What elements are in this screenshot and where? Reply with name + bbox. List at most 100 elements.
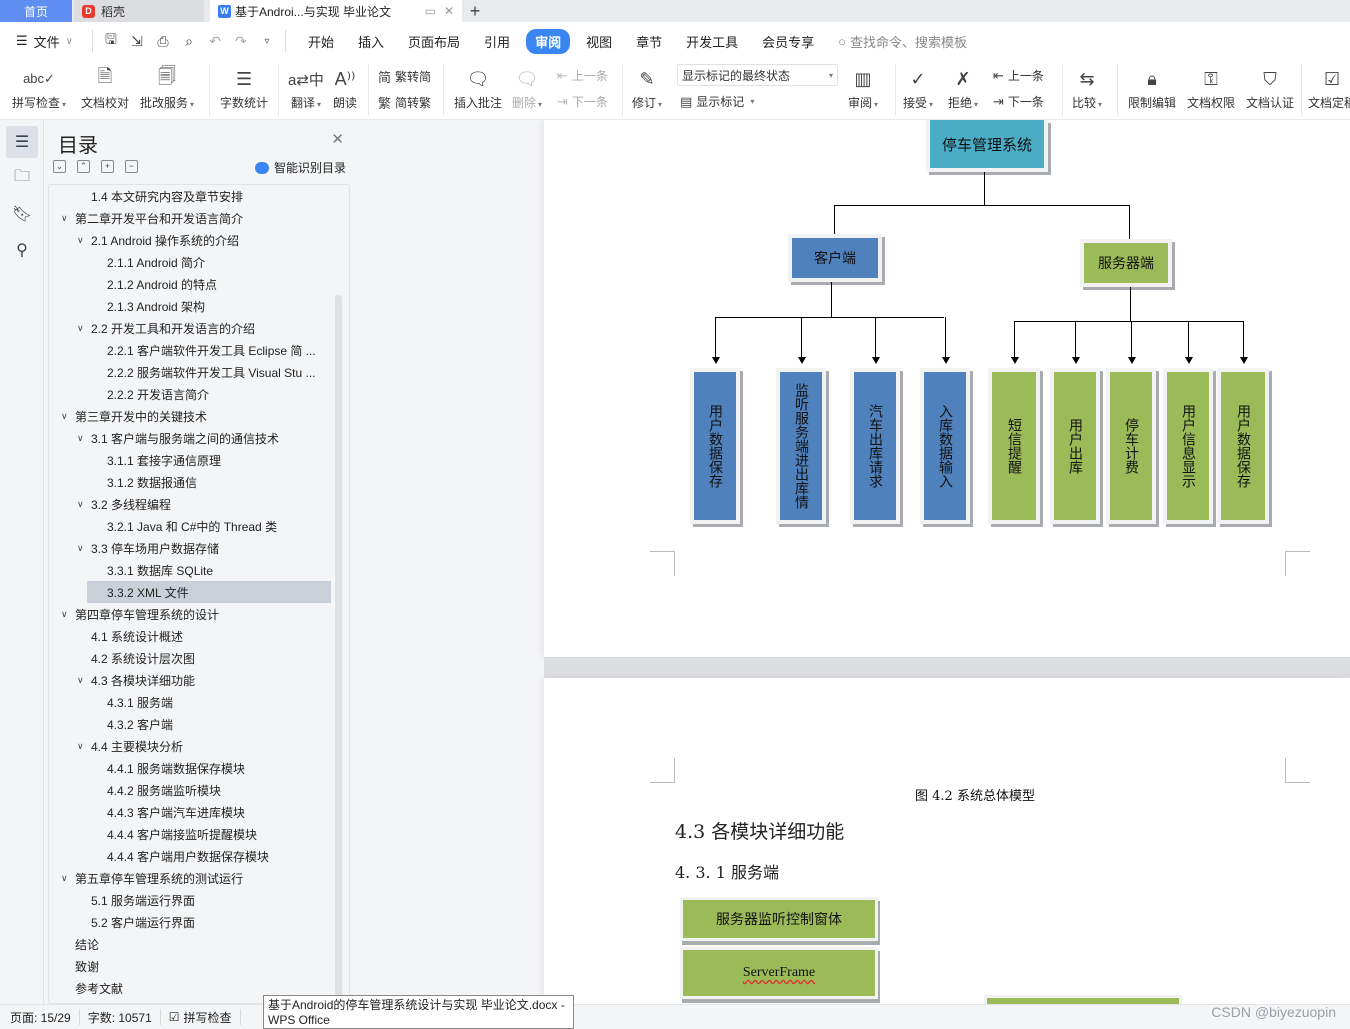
- toc-item[interactable]: ∨ 2.1 Android 操作系统的介绍: [49, 229, 333, 251]
- prev-change-button[interactable]: ⇤ 上一条: [993, 67, 1044, 84]
- close-tab-icon[interactable]: ✕: [444, 4, 454, 18]
- toc-icon[interactable]: ☰: [6, 126, 38, 158]
- customize-toolbar-icon[interactable]: ▿: [259, 36, 275, 47]
- smart-detect-toc-button[interactable]: 智能识别目录: [254, 159, 346, 176]
- toc-scrollbar[interactable]: [335, 295, 342, 1003]
- menu-review[interactable]: 审阅: [526, 28, 571, 54]
- markup-state-select[interactable]: 显示标记的最终状态 ▾: [677, 64, 838, 86]
- toc-item[interactable]: 3.2.1 Java 和 C#中的 Thread 类: [49, 515, 333, 537]
- restrict-edit-button[interactable]: 🔒︎ 限制编辑: [1128, 64, 1176, 111]
- simp-to-trad-button[interactable]: 繁简转繁: [378, 93, 431, 112]
- menu-developer[interactable]: 开发工具: [674, 29, 750, 54]
- read-aloud-button[interactable]: A⁾⁾ 朗读: [333, 64, 357, 111]
- export-pdf-icon[interactable]: ⇲: [129, 33, 145, 50]
- search-icon[interactable]: ⚲: [6, 234, 38, 266]
- word-count-indicator[interactable]: 字数: 10571: [80, 1009, 161, 1025]
- review-pane-button[interactable]: ▥ 审阅 ▾: [848, 64, 878, 111]
- revise-service-button[interactable]: 🗐 批改服务 ▾: [140, 64, 194, 111]
- toc-item[interactable]: ∨ 第三章开发中的关键技术: [49, 405, 333, 427]
- toc-item[interactable]: 结论: [49, 933, 333, 955]
- accept-button[interactable]: ✓ 接受 ▾: [903, 64, 933, 111]
- spell-check-button[interactable]: abc✓ 拼写检查 ▾: [12, 64, 66, 111]
- toc-item[interactable]: 2.2.2 开发语言简介: [49, 383, 333, 405]
- toc-item[interactable]: 3.1.1 套接字通信原理: [49, 449, 333, 471]
- tab-document[interactable]: W 基于Androi...与实现 毕业论文 ▭ ✕: [210, 0, 462, 22]
- menu-start[interactable]: 开始: [296, 29, 346, 54]
- chevron-down-icon[interactable]: ∨: [77, 433, 91, 444]
- doc-proofread-button[interactable]: 🗎 文档校对: [81, 64, 129, 111]
- toc-item[interactable]: 2.2.2 服务端软件开发工具 Visual Stu ...: [49, 361, 333, 383]
- word-count-button[interactable]: ☰ 字数统计: [220, 64, 268, 111]
- toc-item[interactable]: 1.4 本文研究内容及章节安排: [49, 185, 333, 207]
- prev-comment-button[interactable]: ⇤ 上一条: [557, 67, 608, 84]
- chapter-nav-icon[interactable]: 🗀: [6, 162, 38, 194]
- minus-icon[interactable]: −: [125, 160, 138, 173]
- chevron-down-icon[interactable]: ∨: [61, 873, 75, 884]
- menu-insert[interactable]: 插入: [346, 29, 396, 54]
- menu-view[interactable]: 视图: [574, 29, 624, 54]
- close-icon[interactable]: ✕: [331, 130, 344, 148]
- tab-home[interactable]: 首页: [0, 0, 72, 22]
- page-indicator[interactable]: 页面: 15/29: [0, 1009, 80, 1025]
- chevron-down-icon[interactable]: ∨: [61, 609, 75, 620]
- menu-member[interactable]: 会员专享: [750, 29, 826, 54]
- toc-item[interactable]: 4.4.4 客户端用户数据保存模块: [49, 845, 333, 867]
- chevron-down-icon[interactable]: ∨: [77, 543, 91, 554]
- trad-to-simp-button[interactable]: 简繁转简: [378, 67, 431, 86]
- toc-item[interactable]: 2.2.1 客户端软件开发工具 Eclipse 简 ...: [49, 339, 333, 361]
- collapse-up-icon[interactable]: ⌃: [77, 160, 90, 173]
- toc-item[interactable]: ∨ 2.2 开发工具和开发语言的介绍: [49, 317, 333, 339]
- toc-item[interactable]: ∨ 3.1 客户端与服务端之间的通信技术: [49, 427, 333, 449]
- toc-item[interactable]: 5.2 客户端运行界面: [49, 911, 333, 933]
- monitor-icon[interactable]: ▭: [425, 4, 436, 18]
- chevron-down-icon[interactable]: ∨: [77, 741, 91, 752]
- toc-item[interactable]: 4.1 系统设计概述: [49, 625, 333, 647]
- translate-button[interactable]: a⇄中 翻译 ▾: [288, 64, 324, 111]
- delete-comment-button[interactable]: 🗨 删除 ▾: [512, 64, 542, 111]
- toc-item[interactable]: 3.1.2 数据报通信: [49, 471, 333, 493]
- toc-item[interactable]: 3.3.1 数据库 SQLite: [49, 559, 333, 581]
- chevron-down-icon[interactable]: ∨: [61, 213, 75, 224]
- chevron-down-icon[interactable]: ∨: [77, 675, 91, 686]
- compare-button[interactable]: ⇆ 比较 ▾: [1072, 64, 1102, 111]
- toc-item[interactable]: ∨ 第五章停车管理系统的测试运行: [49, 867, 333, 889]
- doc-final-button[interactable]: ☑ 文档定稿: [1308, 64, 1350, 111]
- toc-item[interactable]: 4.4.2 服务端监听模块: [49, 779, 333, 801]
- toc-item[interactable]: 4.4.4 客户端接监听提醒模块: [49, 823, 333, 845]
- new-tab-button[interactable]: +: [462, 0, 488, 22]
- expand-down-icon[interactable]: ⌄: [53, 160, 66, 173]
- show-markup-button[interactable]: ▤ 显示标记 ▾: [680, 93, 754, 110]
- next-comment-button[interactable]: ⇥ 下一条: [557, 93, 608, 110]
- save-icon[interactable]: 🖫: [103, 29, 119, 53]
- doc-permission-button[interactable]: ⚿ 文档权限: [1187, 64, 1235, 111]
- toc-item[interactable]: ∨ 4.3 各模块详细功能: [49, 669, 333, 691]
- menu-section[interactable]: 章节: [624, 29, 674, 54]
- menu-page-layout[interactable]: 页面布局: [396, 29, 472, 54]
- track-changes-button[interactable]: ✎ 修订 ▾: [632, 64, 662, 111]
- toc-item[interactable]: 5.1 服务端运行界面: [49, 889, 333, 911]
- doc-cert-button[interactable]: ⛉ 文档认证: [1246, 64, 1294, 111]
- file-menu[interactable]: ☰ 文件 ∨: [0, 32, 86, 51]
- toc-item[interactable]: ∨ 第四章停车管理系统的设计: [49, 603, 333, 625]
- toc-item[interactable]: 致谢: [49, 955, 333, 977]
- toc-item[interactable]: 4.3.2 客户端: [49, 713, 333, 735]
- chevron-down-icon[interactable]: ∨: [77, 323, 91, 334]
- print-preview-icon[interactable]: ⌕: [181, 33, 197, 50]
- toc-item[interactable]: 2.1.1 Android 简介: [49, 251, 333, 273]
- chevron-down-icon[interactable]: ∨: [77, 499, 91, 510]
- toc-item[interactable]: ∨ 3.3 停车场用户数据存储: [49, 537, 333, 559]
- plus-icon[interactable]: +: [101, 160, 114, 173]
- toc-item[interactable]: 4.4.3 客户端汽车进库模块: [49, 801, 333, 823]
- chevron-down-icon[interactable]: ∨: [61, 411, 75, 422]
- menu-references[interactable]: 引用: [472, 29, 522, 54]
- toc-item[interactable]: 4.3.1 服务端: [49, 691, 333, 713]
- toc-item[interactable]: ∨ 第二章开发平台和开发语言简介: [49, 207, 333, 229]
- insert-comment-button[interactable]: 🗨 插入批注: [454, 64, 502, 111]
- toc-item[interactable]: ∨ 3.2 多线程编程: [49, 493, 333, 515]
- spell-check-toggle[interactable]: ☑ 拼写检查: [161, 1009, 241, 1025]
- print-icon[interactable]: ⎙: [155, 33, 171, 50]
- bookmark-icon[interactable]: 🔖︎: [6, 198, 38, 230]
- toc-item[interactable]: 4.2 系统设计层次图: [49, 647, 333, 669]
- toc-item[interactable]: 2.1.3 Android 架构: [49, 295, 333, 317]
- reject-button[interactable]: ✗ 拒绝 ▾: [948, 64, 978, 111]
